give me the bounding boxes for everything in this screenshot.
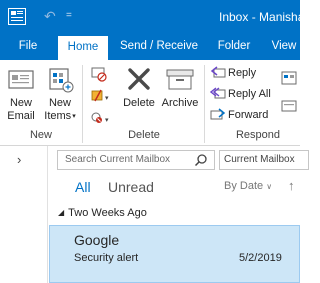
delete-label: Delete [123, 97, 155, 109]
tab-folder[interactable]: Folder [210, 34, 258, 60]
search-scope-dropdown[interactable]: Current Mailbox [219, 150, 309, 170]
forward-button[interactable]: Forward [210, 105, 268, 125]
search-box[interactable]: Search Current Mailbox [57, 150, 215, 170]
reply-button[interactable]: Reply [210, 63, 256, 83]
outlook-app-icon[interactable] [8, 8, 26, 25]
new-items-label-1: New [48, 97, 71, 109]
collapse-triangle-icon: ◢ [58, 208, 65, 217]
title-bar: ↶ = Inbox - Manisha [0, 0, 304, 34]
reply-all-label: Reply All [228, 88, 271, 100]
mail-sender: Google [74, 232, 120, 248]
new-items-icon [49, 68, 74, 93]
window-title: Inbox - Manisha [219, 10, 305, 24]
new-items-label-2: Items▾ [42, 110, 78, 123]
new-email-button[interactable]: New Email [4, 66, 38, 123]
sort-label: By Date [224, 180, 264, 192]
archive-button[interactable]: Archive [160, 66, 200, 110]
junk-icon[interactable]: ▾ [90, 110, 112, 126]
group-label-delete: Delete [128, 129, 160, 141]
dropdown-arrow-icon: ▾ [72, 113, 76, 120]
mail-date: 5/2/2019 [239, 252, 282, 264]
tab-send-receive[interactable]: Send / Receive [115, 34, 203, 60]
reply-all-icon [210, 87, 226, 99]
reply-icon [210, 66, 226, 78]
sort-direction-icon[interactable]: ↑ [288, 178, 295, 193]
mail-list-item[interactable]: Google Security alert 5/2/2019 [49, 225, 300, 283]
chevron-right-icon[interactable]: › [17, 152, 21, 167]
delete-x-icon [128, 68, 150, 90]
svg-text:▾: ▾ [105, 94, 109, 102]
search-scope-label: Current Mailbox [224, 154, 295, 165]
new-email-label-1: New [9, 97, 32, 109]
reply-label: Reply [228, 67, 257, 79]
ribbon-tab-bar: File Home Send / Receive Folder View [0, 34, 300, 60]
customize-quick-access-button[interactable]: = [66, 8, 72, 24]
forward-label: Forward [228, 109, 269, 121]
more-respond-icon[interactable] [281, 98, 297, 114]
tab-file[interactable]: File [8, 34, 48, 60]
forward-icon [210, 108, 226, 120]
chevron-down-icon: ∨ [266, 182, 273, 191]
search-input[interactable]: Search Current Mailbox [65, 154, 170, 165]
group-separator [82, 65, 83, 143]
folder-pane-collapsed: › [0, 146, 48, 283]
group-header-label: Two Weeks Ago [68, 207, 147, 219]
filter-unread[interactable]: Unread [108, 178, 154, 196]
mail-group-header[interactable]: ◢ Two Weeks Ago [58, 207, 147, 219]
clean-up-icon[interactable]: ▾ [90, 88, 112, 104]
meeting-icon[interactable] [281, 70, 297, 86]
new-email-icon [8, 70, 34, 89]
group-label-new: New [29, 129, 52, 141]
tab-view[interactable]: View [264, 34, 304, 60]
svg-text:▾: ▾ [105, 116, 109, 124]
archive-label: Archive [161, 97, 199, 109]
archive-icon [166, 69, 194, 90]
group-label-respond: Respond [235, 129, 281, 141]
new-items-button[interactable]: New Items▾ [42, 66, 78, 123]
ribbon: New Email New Items▾ New ▾ ▾ Delete Arch… [0, 60, 300, 146]
group-separator [204, 65, 205, 143]
reply-all-button[interactable]: Reply All [210, 84, 271, 104]
new-email-label-2: Email [7, 110, 35, 122]
mail-subject: Security alert [74, 252, 139, 264]
tab-home[interactable]: Home [58, 36, 108, 60]
search-icon[interactable] [194, 153, 208, 167]
new-items-label-2-text: Items [44, 110, 72, 122]
ignore-icon[interactable] [90, 66, 108, 82]
delete-button[interactable]: Delete [120, 66, 158, 110]
undo-icon[interactable]: ↶ [44, 7, 56, 25]
sort-by-date-dropdown[interactable]: By Date ∨ [224, 180, 272, 192]
filter-all[interactable]: All [75, 178, 91, 196]
